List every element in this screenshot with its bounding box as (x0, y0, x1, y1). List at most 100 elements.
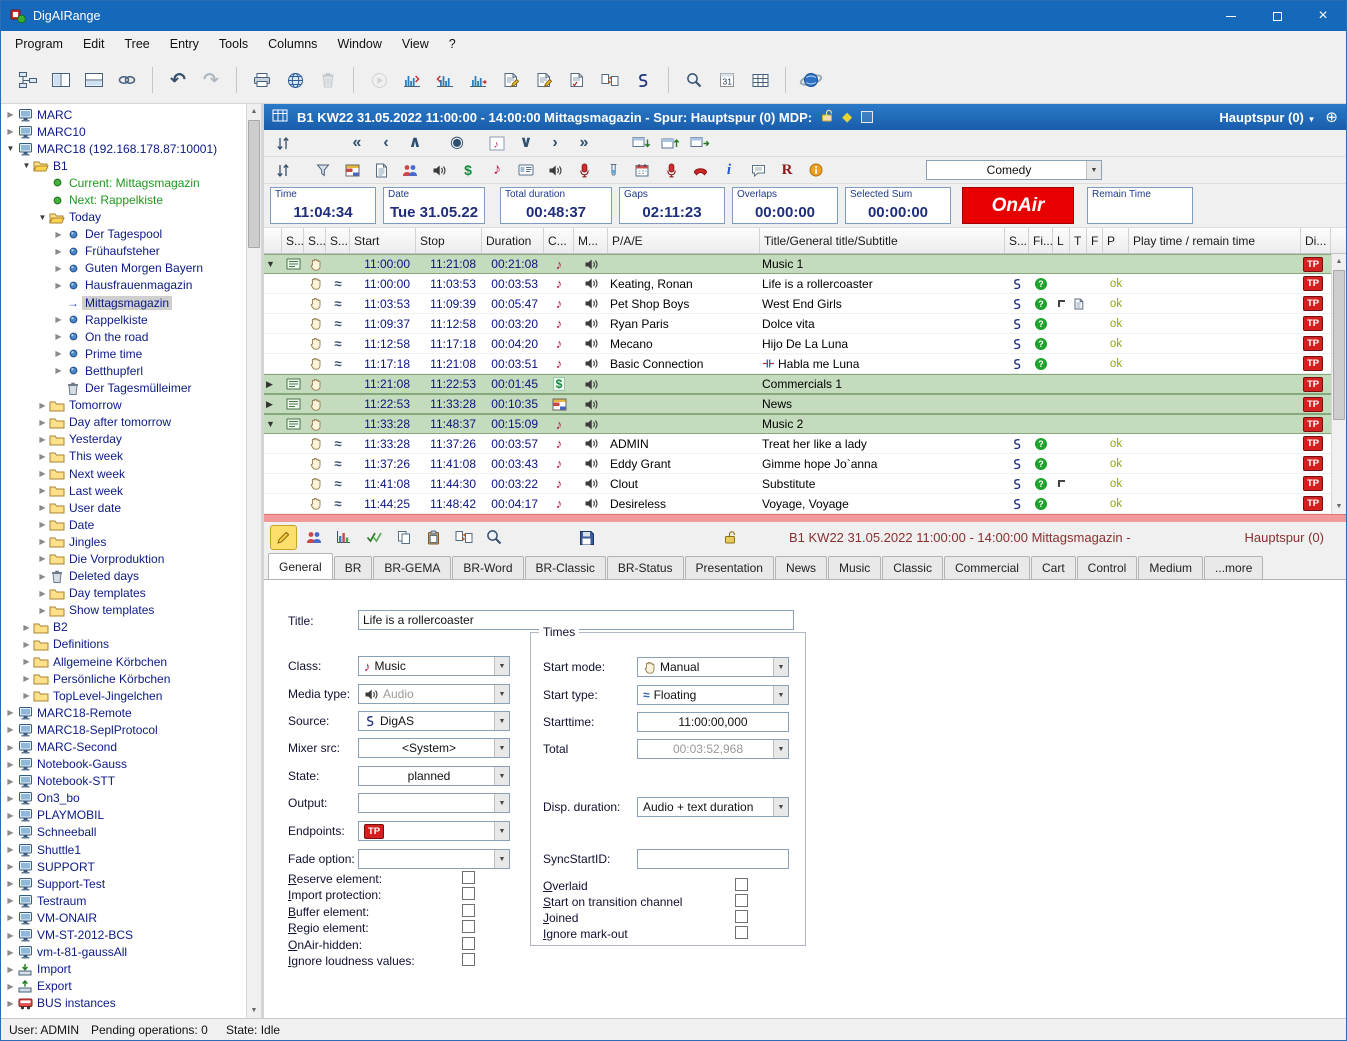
tree-item-user-date[interactable]: ▶User date (1, 499, 246, 516)
tab-presentation[interactable]: Presentation (685, 556, 774, 579)
trim-in-button[interactable] (397, 63, 427, 97)
calendar-31-button[interactable]: 31 (712, 63, 742, 97)
digas-button[interactable] (628, 63, 658, 97)
class-select[interactable]: ♪ Music ▼ (358, 656, 510, 676)
phone-button[interactable] (687, 159, 713, 182)
tab-br-gema[interactable]: BR-GEMA (373, 556, 451, 579)
tree-item-marc18-192-168-178-87-10001[interactable]: ▼MARC18 (192.168.178.87:10001) (1, 140, 246, 157)
tree-item-schneeball[interactable]: ▶Schneeball (1, 824, 246, 841)
tree-item-import[interactable]: ▶Import (1, 961, 246, 978)
tree-item-jingles[interactable]: ▶Jingles (1, 533, 246, 550)
scroll-thumb[interactable] (248, 120, 260, 248)
menu-columns[interactable]: Columns (258, 33, 327, 55)
tree-item-vm-onair[interactable]: ▶VM-ONAIR (1, 909, 246, 926)
tab-news[interactable]: News (775, 556, 827, 579)
tree-item-date[interactable]: ▶Date (1, 516, 246, 533)
tree-item-allgemeine-k-rbchen[interactable]: ▶Allgemeine Körbchen (1, 653, 246, 670)
flag-checkbox-ignore-loudness-values[interactable] (462, 953, 475, 966)
tree-item-support-test[interactable]: ▶Support-Test (1, 875, 246, 892)
cart-button[interactable] (513, 159, 539, 182)
column-header-di[interactable]: Di... (1301, 228, 1331, 253)
tree-item-export[interactable]: ▶Export (1, 978, 246, 995)
digas-world-button[interactable] (796, 63, 826, 97)
start-mode-select[interactable]: Manual ▼ (637, 657, 789, 677)
play-button[interactable] (364, 63, 394, 97)
split-vertical-button[interactable] (46, 63, 76, 97)
tree-item-show-templates[interactable]: ▶Show templates (1, 602, 246, 619)
calendar-button[interactable] (629, 159, 655, 182)
tab-classic[interactable]: Classic (882, 556, 943, 579)
tree-item-der-tagespool[interactable]: ▶Der Tagespool (1, 226, 246, 243)
tree-item-playmobil[interactable]: ▶PLAYMOBIL (1, 807, 246, 824)
column-header-m[interactable]: M... (574, 228, 608, 253)
go-prev-button[interactable]: ‹ (373, 132, 399, 155)
tab-music[interactable]: Music (828, 556, 881, 579)
tree-item-fr-haufsteher[interactable]: ▶Frühaufsteher (1, 243, 246, 260)
trim-both-button[interactable] (463, 63, 493, 97)
hint-button[interactable] (803, 159, 829, 182)
tab-br-status[interactable]: BR-Status (607, 556, 684, 579)
mdp-checkbox[interactable] (861, 111, 873, 123)
tree-item-tomorrow[interactable]: ▶Tomorrow (1, 397, 246, 414)
column-header-fi[interactable]: Fi... (1029, 228, 1053, 253)
window-current-button[interactable] (658, 132, 684, 155)
tree-item-rappelkiste[interactable]: ▶Rappelkiste (1, 311, 246, 328)
state-select[interactable]: planned ▼ (358, 766, 510, 786)
category-select[interactable]: Comedy ▼ (926, 160, 1102, 180)
edit-metadata-button[interactable] (270, 525, 297, 550)
playlist-item-row[interactable]: ≈11:41:0811:44:3000:03:22♪CloutSubstitut… (264, 474, 1331, 494)
playlist-group-row[interactable]: ▶11:22:5311:33:2800:10:35NewsTP (264, 394, 1331, 414)
tree-item-vm-t-81-gaussall[interactable]: ▶vm-t-81-gaussAll (1, 944, 246, 961)
doc-transfer-button[interactable] (595, 63, 625, 97)
playlist-group-row[interactable]: ▶11:21:0811:22:5300:01:45$Commercials 1T… (264, 374, 1331, 394)
edit-script-button[interactable] (529, 63, 559, 97)
menu-view[interactable]: View (392, 33, 439, 55)
go-next-button[interactable]: › (542, 132, 568, 155)
region-button[interactable]: R (774, 159, 800, 182)
tree-item-prime-time[interactable]: ▶Prime time (1, 345, 246, 362)
tree-item-marc[interactable]: ▶MARC (1, 106, 246, 123)
output-select[interactable]: ▼ (358, 793, 510, 813)
tree-item-on3-bo[interactable]: ▶On3_bo (1, 790, 246, 807)
disp-duration-select[interactable]: Audio + text duration ▼ (637, 797, 789, 817)
music-button[interactable]: ♪ (484, 159, 510, 182)
tree-item-betthupferl[interactable]: ▶Betthupferl (1, 362, 246, 379)
split-horizontal-button[interactable] (79, 63, 109, 97)
tree-item-marc18-remote[interactable]: ▶MARC18-Remote (1, 704, 246, 721)
redo-button[interactable]: ↷ (196, 63, 226, 97)
menu-x[interactable]: ? (439, 33, 466, 55)
playlist-item-row[interactable]: ≈11:00:0011:03:5300:03:53♪Keating, Ronan… (264, 274, 1331, 294)
scroll-down-icon[interactable]: ▼ (247, 1003, 261, 1018)
playlist-item-row[interactable]: ≈11:17:1811:21:0800:03:51♪Basic Connecti… (264, 354, 1331, 374)
tree-item-der-tagesm-lleimer[interactable]: Der Tagesmülleimer (1, 380, 246, 397)
starttime-input[interactable] (637, 712, 789, 732)
column-header-s[interactable]: S... (304, 228, 326, 253)
resort-button[interactable] (270, 132, 296, 155)
scroll-up-icon[interactable]: ▲ (247, 104, 261, 119)
tree-scrollbar[interactable]: ▲ ▼ (246, 104, 261, 1018)
tree-item-b1[interactable]: ▼B1 (1, 157, 246, 174)
tree-item-current-mittagsmagazin[interactable]: Current: Mittagsmagazin (1, 174, 246, 191)
text-doc-button[interactable] (368, 159, 394, 182)
tab-br-classic[interactable]: BR-Classic (525, 556, 606, 579)
column-header-c[interactable]: C... (544, 228, 574, 253)
sound-button[interactable] (426, 159, 452, 182)
scroll-down-icon[interactable]: ▼ (1332, 499, 1346, 514)
flag-checkbox-import-protection[interactable] (462, 887, 475, 900)
tab-cart[interactable]: Cart (1031, 556, 1076, 579)
search-entry-button[interactable] (480, 525, 507, 550)
web-button[interactable] (280, 63, 310, 97)
transfer-button[interactable] (450, 525, 477, 550)
filter-button[interactable] (310, 159, 336, 182)
tree-item-day-templates[interactable]: ▶Day templates (1, 585, 246, 602)
window-next-button[interactable] (687, 132, 713, 155)
grid-view-button[interactable] (745, 63, 775, 97)
tree-item-on-the-road[interactable]: ▶On the road (1, 328, 246, 345)
playlist-item-row[interactable]: ≈11:44:2511:48:4200:04:17♪DesirelessVoya… (264, 494, 1331, 514)
comment-button[interactable] (745, 159, 771, 182)
minimize-button[interactable] (1208, 1, 1254, 31)
add-track-button[interactable]: ⊕ (1325, 108, 1338, 126)
record-mic-button[interactable] (571, 159, 597, 182)
lock-button[interactable] (716, 525, 743, 550)
tree-item-pers-nliche-k-rbchen[interactable]: ▶Persönliche Körbchen (1, 670, 246, 687)
